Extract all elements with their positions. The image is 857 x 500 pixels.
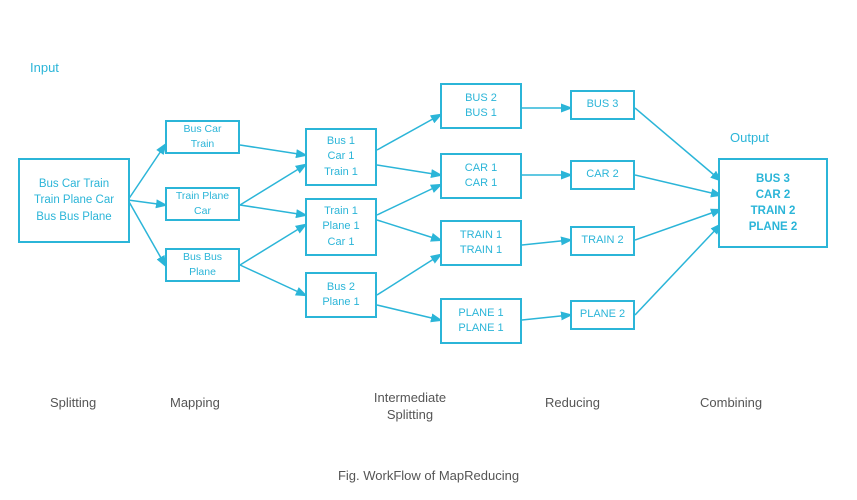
output-label: Output <box>730 130 769 145</box>
reducing-label: Reducing <box>545 395 600 410</box>
inter2-box: CAR 1CAR 1 <box>440 153 522 199</box>
split1-box: Bus 1Car 1Train 1 <box>305 128 377 186</box>
splitting-label: Splitting <box>50 395 96 410</box>
map3-box: Bus Bus Plane <box>165 248 240 282</box>
figure-caption: Fig. WorkFlow of MapReducing <box>0 468 857 483</box>
inter3-box: TRAIN 1TRAIN 1 <box>440 220 522 266</box>
intermediate-label: IntermediateSplitting <box>360 390 460 424</box>
combining-label: Combining <box>700 395 762 410</box>
reduce3-box: TRAIN 2 <box>570 226 635 256</box>
diagram: Input Bus Car TrainTrain Plane CarBus Bu… <box>0 0 857 460</box>
inter4-box: PLANE 1PLANE 1 <box>440 298 522 344</box>
output-box: BUS 3CAR 2TRAIN 2PLANE 2 <box>718 158 828 248</box>
map2-box: Train Plane Car <box>165 187 240 221</box>
inter1-box: BUS 2BUS 1 <box>440 83 522 129</box>
input-label: Input <box>30 60 59 75</box>
mapping-label: Mapping <box>170 395 220 410</box>
reduce4-box: PLANE 2 <box>570 300 635 330</box>
reduce1-box: BUS 3 <box>570 90 635 120</box>
input-box: Bus Car TrainTrain Plane CarBus Bus Plan… <box>18 158 130 243</box>
split3-box: Bus 2Plane 1 <box>305 272 377 318</box>
split2-box: Train 1Plane 1Car 1 <box>305 198 377 256</box>
map1-box: Bus Car Train <box>165 120 240 154</box>
reduce2-box: CAR 2 <box>570 160 635 190</box>
